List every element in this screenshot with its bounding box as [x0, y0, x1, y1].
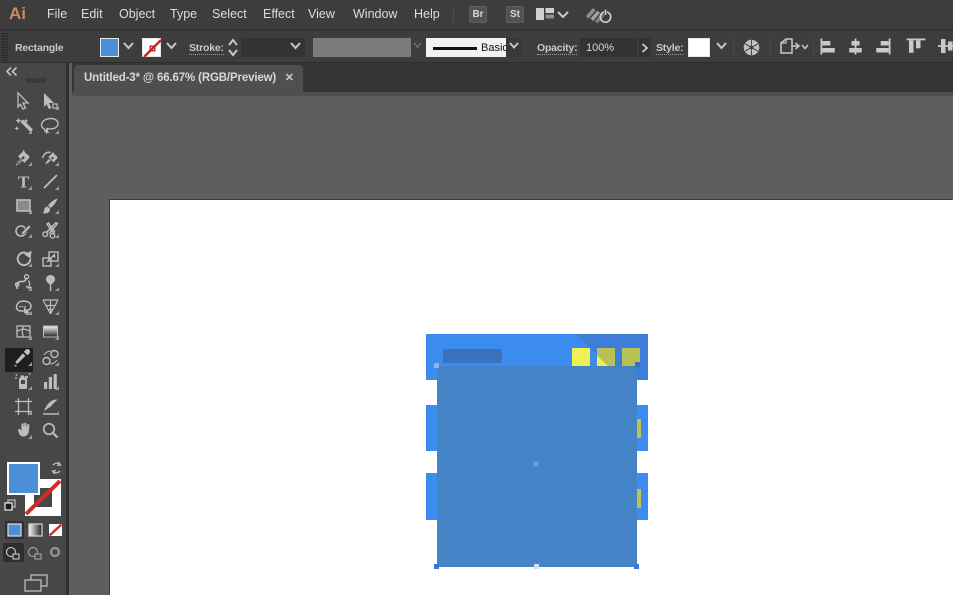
svg-text:T: T	[18, 173, 30, 192]
